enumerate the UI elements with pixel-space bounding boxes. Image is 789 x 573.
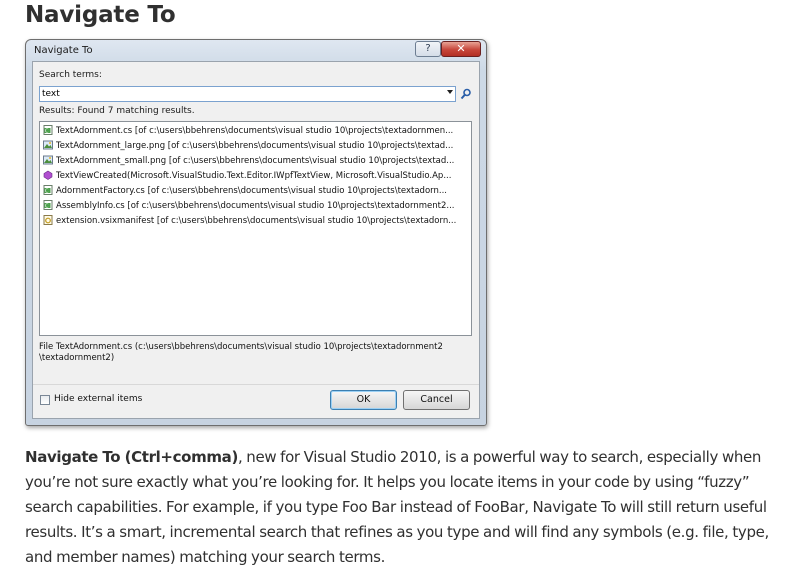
list-item[interactable]: C TextAdornment.cs [of c:\users\bbehrens\… (43, 124, 469, 138)
paragraph-lead: Navigate To (Ctrl+comma) (25, 448, 238, 466)
svg-text:C: C (45, 129, 49, 135)
manifest-file-icon (43, 215, 53, 225)
csharp-file-icon: C (43, 125, 53, 135)
navigate-to-dialog: Navigate To ? ✕ Search terms: Results: F… (25, 39, 487, 426)
results-count-label: Results: Found 7 matching results. (39, 106, 195, 116)
list-item[interactable]: C AssemblyInfo.cs [of c:\users\bbehrens\d… (43, 199, 469, 213)
list-item[interactable]: C AdornmentFactory.cs [of c:\users\bbehre… (43, 184, 469, 198)
detail-line: \textadornment2) (39, 353, 115, 363)
help-button[interactable]: ? (415, 41, 441, 57)
chevron-down-icon[interactable] (447, 90, 453, 94)
cancel-button[interactable]: Cancel (403, 390, 470, 410)
method-icon (43, 170, 53, 180)
hide-external-label[interactable]: Hide external items (54, 394, 142, 404)
hide-external-checkbox[interactable] (40, 395, 50, 405)
close-button[interactable]: ✕ (441, 41, 481, 57)
csharp-file-icon: C (43, 185, 53, 195)
search-icon[interactable] (460, 88, 472, 100)
dialog-title: Navigate To (34, 45, 93, 56)
divider (33, 384, 479, 385)
svg-text:C: C (45, 204, 49, 210)
image-file-icon (43, 155, 53, 165)
page-title: Navigate To (25, 2, 176, 28)
list-item[interactable]: extension.vsixmanifest [of c:\users\bbeh… (43, 214, 469, 228)
list-item[interactable]: TextAdornment_small.png [of c:\users\bbe… (43, 154, 469, 168)
list-item[interactable]: TextViewCreated(Microsoft.VisualStudio.T… (43, 169, 469, 183)
search-combobox[interactable] (39, 86, 456, 102)
search-terms-label: Search terms: (39, 70, 102, 80)
description-paragraph: Navigate To (Ctrl+comma), new for Visual… (25, 445, 789, 570)
ok-button[interactable]: OK (330, 390, 397, 410)
results-list[interactable]: C TextAdornment.cs [of c:\users\bbehrens\… (39, 121, 472, 336)
detail-line: File TextAdornment.cs (c:\users\bbehrens… (39, 342, 443, 352)
dialog-client-area: Search terms: Results: Found 7 matching … (32, 61, 480, 419)
selection-details: File TextAdornment.cs (c:\users\bbehrens… (39, 342, 469, 364)
search-input[interactable] (42, 88, 437, 100)
list-item[interactable]: TextAdornment_large.png [of c:\users\bbe… (43, 139, 469, 153)
csharp-file-icon: C (43, 200, 53, 210)
svg-text:C: C (45, 189, 49, 195)
image-file-icon (43, 140, 53, 150)
